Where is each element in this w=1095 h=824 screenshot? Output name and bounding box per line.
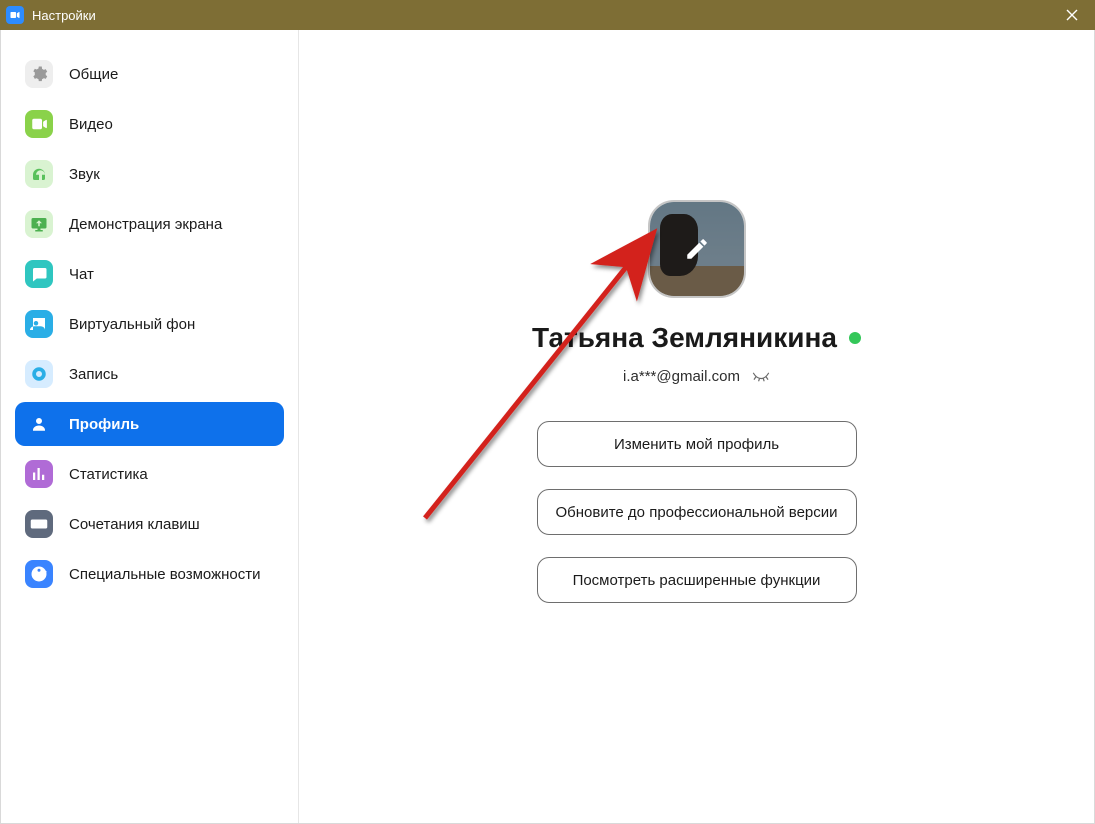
sidebar-item-stats[interactable]: Статистика xyxy=(15,452,284,496)
status-dot-online xyxy=(849,332,861,344)
profile-display-name: Татьяна Земляникина xyxy=(532,322,837,354)
sidebar-item-label: Профиль xyxy=(69,416,139,433)
accessibility-icon xyxy=(25,560,53,588)
sidebar-item-label: Видео xyxy=(69,116,113,133)
share-screen-icon xyxy=(25,210,53,238)
sidebar-item-general[interactable]: Общие xyxy=(15,52,284,96)
upgrade-button[interactable]: Обновите до профессиональной версии xyxy=(537,489,857,535)
settings-sidebar: Общие Видео Звук Демонстрация экрана Чат Вирт… xyxy=(1,30,299,823)
app-logo-icon xyxy=(6,6,24,24)
edit-profile-button[interactable]: Изменить мой профиль xyxy=(537,421,857,467)
chat-icon xyxy=(25,260,53,288)
sidebar-item-chat[interactable]: Чат xyxy=(15,252,284,296)
virtual-bg-icon xyxy=(25,310,53,338)
profile-icon xyxy=(25,410,53,438)
sidebar-item-audio[interactable]: Звук xyxy=(15,152,284,196)
record-icon xyxy=(25,360,53,388)
sidebar-item-label: Статистика xyxy=(69,466,148,483)
sidebar-item-profile[interactable]: Профиль xyxy=(15,402,284,446)
sidebar-item-vbg[interactable]: Виртуальный фон xyxy=(15,302,284,346)
advanced-features-button[interactable]: Посмотреть расширенные функции xyxy=(537,557,857,603)
sidebar-item-label: Звук xyxy=(69,166,100,183)
sidebar-item-label: Виртуальный фон xyxy=(69,316,195,333)
window-close-button[interactable] xyxy=(1049,0,1095,30)
sidebar-item-label: Специальные возможности xyxy=(69,566,261,583)
sidebar-item-video[interactable]: Видео xyxy=(15,102,284,146)
profile-email: i.a***@gmail.com xyxy=(623,368,740,385)
window-title: Настройки xyxy=(32,8,96,23)
sidebar-item-label: Запись xyxy=(69,366,118,383)
stats-icon xyxy=(25,460,53,488)
sidebar-item-share[interactable]: Демонстрация экрана xyxy=(15,202,284,246)
profile-email-row: i.a***@gmail.com xyxy=(623,368,770,385)
gear-icon xyxy=(25,60,53,88)
video-icon xyxy=(25,110,53,138)
titlebar: Настройки xyxy=(0,0,1095,30)
sidebar-item-label: Демонстрация экрана xyxy=(69,216,222,233)
eye-closed-icon[interactable] xyxy=(752,370,770,384)
avatar-edit[interactable] xyxy=(648,200,746,298)
sidebar-item-accessibility[interactable]: Специальные возможности xyxy=(15,552,284,596)
pencil-icon xyxy=(648,200,746,298)
sidebar-item-label: Чат xyxy=(69,266,94,283)
sidebar-item-record[interactable]: Запись xyxy=(15,352,284,396)
headphones-icon xyxy=(25,160,53,188)
sidebar-item-label: Сочетания клавиш xyxy=(69,516,200,533)
sidebar-item-label: Общие xyxy=(69,66,118,83)
keyboard-icon xyxy=(25,510,53,538)
sidebar-item-shortcuts[interactable]: Сочетания клавиш xyxy=(15,502,284,546)
profile-display-name-row: Татьяна Земляникина xyxy=(532,322,861,354)
profile-panel: Татьяна Земляникина i.a***@gmail.com Изм… xyxy=(299,30,1094,823)
